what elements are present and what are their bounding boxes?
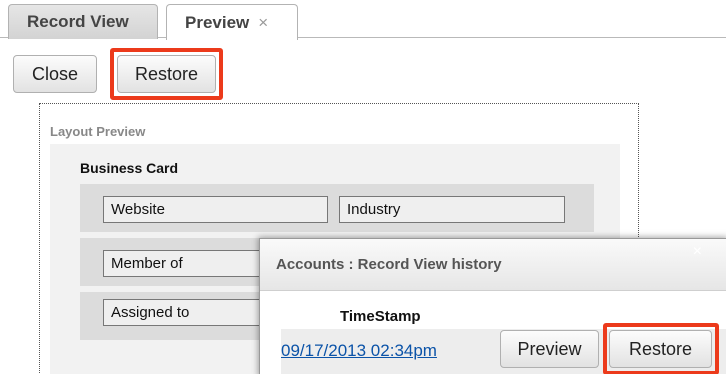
close-icon[interactable]: × xyxy=(693,243,702,261)
restore-row-highlight xyxy=(603,323,719,374)
tab-preview-label: Preview xyxy=(185,12,250,32)
preview-button[interactable]: Preview xyxy=(500,330,599,368)
tab-preview[interactable]: Preview × xyxy=(166,4,298,40)
field-industry[interactable]: Industry xyxy=(339,196,565,223)
layout-preview-title: Layout Preview xyxy=(50,124,146,139)
field-website[interactable]: Website xyxy=(103,196,328,223)
record-view-history-dialog: Accounts : Record View history × TimeSta… xyxy=(259,238,726,374)
timestamp-link[interactable]: 09/17/2013 02:34pm xyxy=(281,341,437,361)
tab-bar: Record View Preview × xyxy=(0,0,726,40)
close-icon[interactable]: × xyxy=(258,13,268,33)
tab-record-view[interactable]: Record View xyxy=(8,4,158,39)
dialog-title: Accounts : Record View history xyxy=(276,256,502,273)
tab-record-view-label: Record View xyxy=(27,12,129,31)
close-button[interactable]: Close xyxy=(13,55,97,93)
restore-button-highlight xyxy=(110,48,223,100)
panel-title: Business Card xyxy=(80,160,179,176)
column-header-timestamp: TimeStamp xyxy=(340,308,421,325)
dialog-header: Accounts : Record View history × xyxy=(260,239,726,291)
